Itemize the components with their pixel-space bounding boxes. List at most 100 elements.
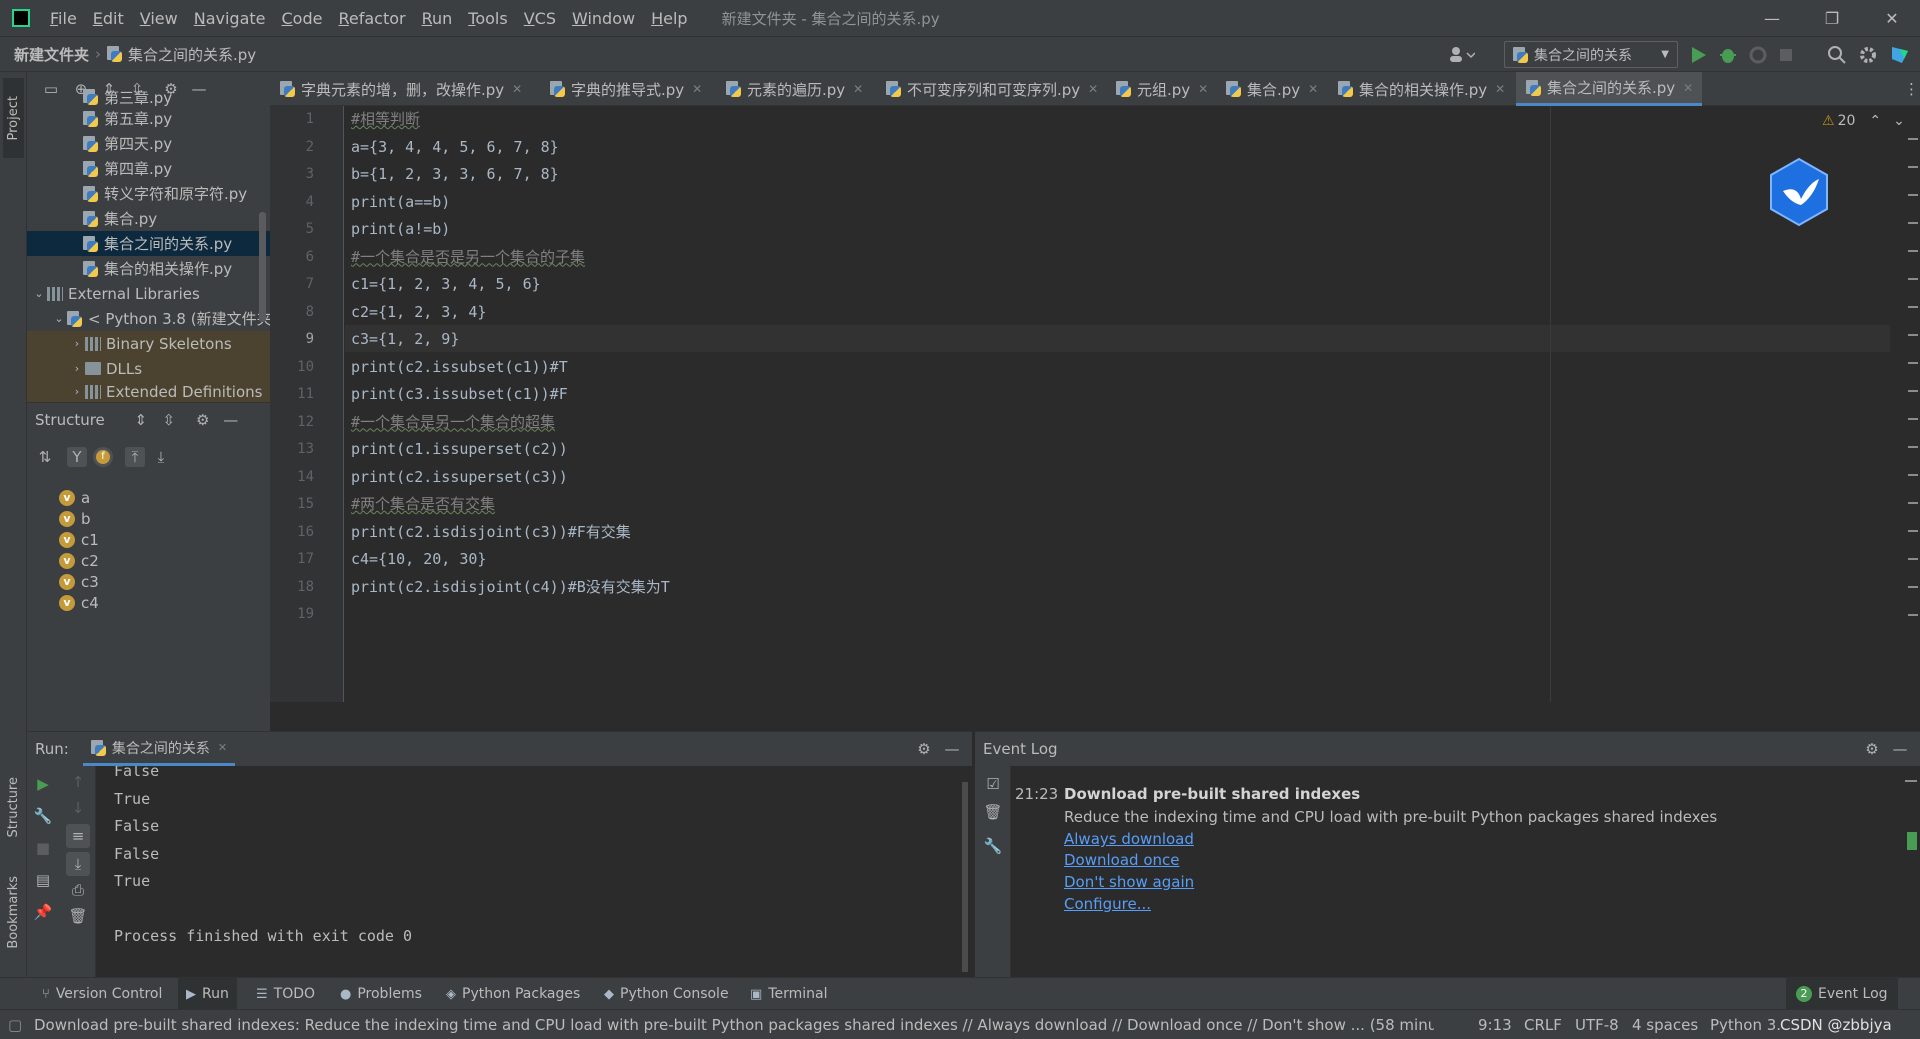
warning-marker[interactable] bbox=[1908, 306, 1918, 308]
run-icon[interactable] bbox=[1688, 45, 1708, 65]
gear-icon[interactable]: ⚙ bbox=[193, 410, 213, 430]
always-download-link[interactable]: Always download bbox=[1064, 830, 1194, 848]
menu-code[interactable]: Code bbox=[274, 9, 331, 28]
show-fields-icon[interactable]: f bbox=[93, 447, 113, 467]
tab-tuple[interactable]: 元组.py ✕ bbox=[1106, 72, 1216, 106]
version-control-button[interactable]: ⑂ Version Control bbox=[42, 978, 162, 1010]
filter-icon[interactable]: Y bbox=[67, 447, 87, 467]
menu-edit[interactable]: Edit bbox=[85, 9, 132, 28]
problems-button[interactable]: ● Problems bbox=[340, 978, 422, 1010]
tree-item-py[interactable]: 第四章.py bbox=[27, 156, 270, 181]
tab-set-ops[interactable]: 集合的相关操作.py ✕ bbox=[1328, 72, 1516, 106]
caret-position[interactable]: 9:13 bbox=[1478, 1010, 1512, 1039]
menu-tools[interactable]: Tools bbox=[460, 9, 515, 28]
menu-window[interactable]: Window bbox=[564, 9, 643, 28]
inspection-widget[interactable]: ⚠ 20 ⌃ ⌄ bbox=[1822, 113, 1905, 129]
status-toggle-icon[interactable]: ▢ bbox=[8, 1010, 22, 1039]
coverage-icon[interactable] bbox=[1748, 45, 1768, 65]
more-tabs-icon[interactable]: ⋮ bbox=[1904, 80, 1919, 98]
file-encoding[interactable]: UTF-8 bbox=[1575, 1010, 1619, 1039]
code-line[interactable]: #一个集合是否是另一个集合的子集 bbox=[351, 244, 585, 271]
code-line[interactable]: print(c2.isdisjoint(c4))#B没有交集为T bbox=[351, 574, 670, 601]
python-console-button[interactable]: ◆ Python Console bbox=[604, 978, 729, 1010]
warning-marker[interactable] bbox=[1908, 334, 1918, 336]
close-tab-icon[interactable]: ✕ bbox=[512, 82, 522, 96]
warning-marker[interactable] bbox=[1908, 166, 1918, 168]
sort-alphabetically-icon[interactable]: ⇅ bbox=[35, 447, 55, 467]
menu-navigate[interactable]: Navigate bbox=[186, 9, 274, 28]
close-tab-icon[interactable]: ✕ bbox=[218, 741, 227, 754]
bookmarks-tool-button[interactable]: Bookmarks bbox=[3, 862, 24, 962]
tree-item-py[interactable]: 转义字符和原字符.py bbox=[27, 181, 270, 206]
close-tab-icon[interactable]: ✕ bbox=[853, 82, 863, 96]
code-line[interactable]: c2={1, 2, 3, 4} bbox=[351, 299, 486, 326]
breadcrumb-project[interactable]: 新建文件夹 bbox=[14, 44, 89, 65]
warning-marker[interactable] bbox=[1908, 614, 1918, 616]
warning-marker[interactable] bbox=[1908, 502, 1918, 504]
menu-help[interactable]: Help bbox=[643, 9, 695, 28]
project-scrollbar[interactable] bbox=[259, 212, 266, 322]
navigate-to-source-icon[interactable]: ⤓ bbox=[151, 447, 171, 467]
menu-file[interactable]: File bbox=[42, 9, 85, 28]
warning-marker[interactable] bbox=[1908, 558, 1918, 560]
project-tool-button[interactable]: Project bbox=[3, 78, 24, 158]
tab-mutable-sequences[interactable]: 不可变序列和可变序列.py ✕ bbox=[876, 72, 1106, 106]
tree-item-py[interactable]: 集合.py bbox=[27, 206, 270, 231]
code-line[interactable]: c1={1, 2, 3, 4, 5, 6} bbox=[351, 271, 541, 298]
run-tab[interactable]: 集合之间的关系 ✕ bbox=[82, 732, 236, 766]
menu-run[interactable]: Run bbox=[414, 9, 461, 28]
close-tab-icon[interactable]: ✕ bbox=[1198, 82, 1208, 96]
gear-icon[interactable]: ⚙ bbox=[914, 739, 934, 759]
warning-marker[interactable] bbox=[1908, 530, 1918, 532]
warning-marker[interactable] bbox=[1908, 586, 1918, 588]
error-stripe[interactable] bbox=[1906, 138, 1920, 702]
tree-item-extended-definitions[interactable]: › Extended Definitions bbox=[27, 381, 270, 402]
status-message[interactable]: Download pre-built shared indexes: Reduc… bbox=[34, 1010, 1434, 1039]
tab-dict-comprehension[interactable]: 字典的推导式.py ✕ bbox=[540, 72, 716, 106]
close-tab-icon[interactable]: ✕ bbox=[1088, 82, 1098, 96]
tab-set-relations[interactable]: 集合之间的关系.py ✕ bbox=[1516, 72, 1702, 106]
hide-panel-icon[interactable]: — bbox=[1890, 739, 1910, 759]
chevron-up-icon[interactable]: ⌃ bbox=[1869, 113, 1881, 129]
hide-panel-icon[interactable]: — bbox=[221, 410, 241, 430]
warning-marker[interactable] bbox=[1908, 278, 1918, 280]
code-line[interactable]: c4={10, 20, 30} bbox=[351, 546, 486, 573]
run-tool-button[interactable]: ▶ Run bbox=[178, 978, 237, 1010]
user-icon[interactable] bbox=[1447, 45, 1475, 63]
code-line[interactable]: print(c2.isdisjoint(c3))#F有交集 bbox=[351, 519, 631, 546]
close-tab-icon[interactable]: ✕ bbox=[1495, 82, 1505, 96]
structure-tool-button[interactable]: Structure bbox=[3, 762, 24, 852]
search-icon[interactable] bbox=[1827, 45, 1847, 65]
chevron-right-icon[interactable]: › bbox=[69, 362, 85, 375]
tree-item-python-sdk[interactable]: ⌄ < Python 3.8 (新建文件夹) > bbox=[27, 306, 270, 331]
indent-setting[interactable]: 4 spaces bbox=[1632, 1010, 1698, 1039]
configure-link[interactable]: Configure... bbox=[1064, 895, 1151, 913]
settings-gear-icon[interactable] bbox=[1858, 45, 1878, 65]
collapse-all-icon[interactable]: ⇳ bbox=[159, 410, 179, 430]
tree-item-binary-skeletons[interactable]: › Binary Skeletons bbox=[27, 331, 270, 356]
menu-refactor[interactable]: Refactor bbox=[330, 9, 413, 28]
line-separator[interactable]: CRLF bbox=[1524, 1010, 1562, 1039]
run-configuration-select[interactable]: 集合之间的关系 ▼ bbox=[1504, 41, 1678, 68]
gear-icon[interactable]: ⚙ bbox=[1862, 739, 1882, 759]
event-log-button[interactable]: 2 Event Log bbox=[1786, 978, 1898, 1010]
code-line[interactable]: #两个集合是否有交集 bbox=[351, 491, 495, 518]
python-interpreter[interactable]: Python 3. bbox=[1710, 1010, 1781, 1039]
warning-marker[interactable] bbox=[1908, 446, 1918, 448]
chevron-right-icon[interactable]: › bbox=[69, 337, 85, 350]
debug-icon[interactable] bbox=[1718, 45, 1738, 65]
code-line[interactable]: b={1, 2, 3, 3, 6, 7, 8} bbox=[351, 161, 559, 188]
tree-item-selected[interactable]: 集合之间的关系.py bbox=[27, 231, 270, 256]
chevron-down-icon[interactable]: ⌄ bbox=[1893, 113, 1905, 129]
code-line[interactable]: #相等判断 bbox=[351, 106, 420, 133]
jetbrains-toolbox-icon[interactable] bbox=[1890, 45, 1910, 65]
tab-dict-ops[interactable]: 字典元素的增，删，改操作.py ✕ bbox=[270, 72, 540, 106]
hide-panel-icon[interactable]: — bbox=[942, 739, 962, 759]
warning-marker[interactable] bbox=[1908, 418, 1918, 420]
code-line[interactable]: a={3, 4, 4, 5, 6, 7, 8} bbox=[351, 134, 559, 161]
close-tab-icon[interactable]: ✕ bbox=[1308, 82, 1318, 96]
trash-icon[interactable]: 🗑 bbox=[983, 802, 1003, 822]
wrench-icon[interactable]: 🔧 bbox=[983, 836, 1003, 856]
download-once-link[interactable]: Download once bbox=[1064, 851, 1180, 869]
terminal-button[interactable]: ▣ Terminal bbox=[750, 978, 827, 1010]
